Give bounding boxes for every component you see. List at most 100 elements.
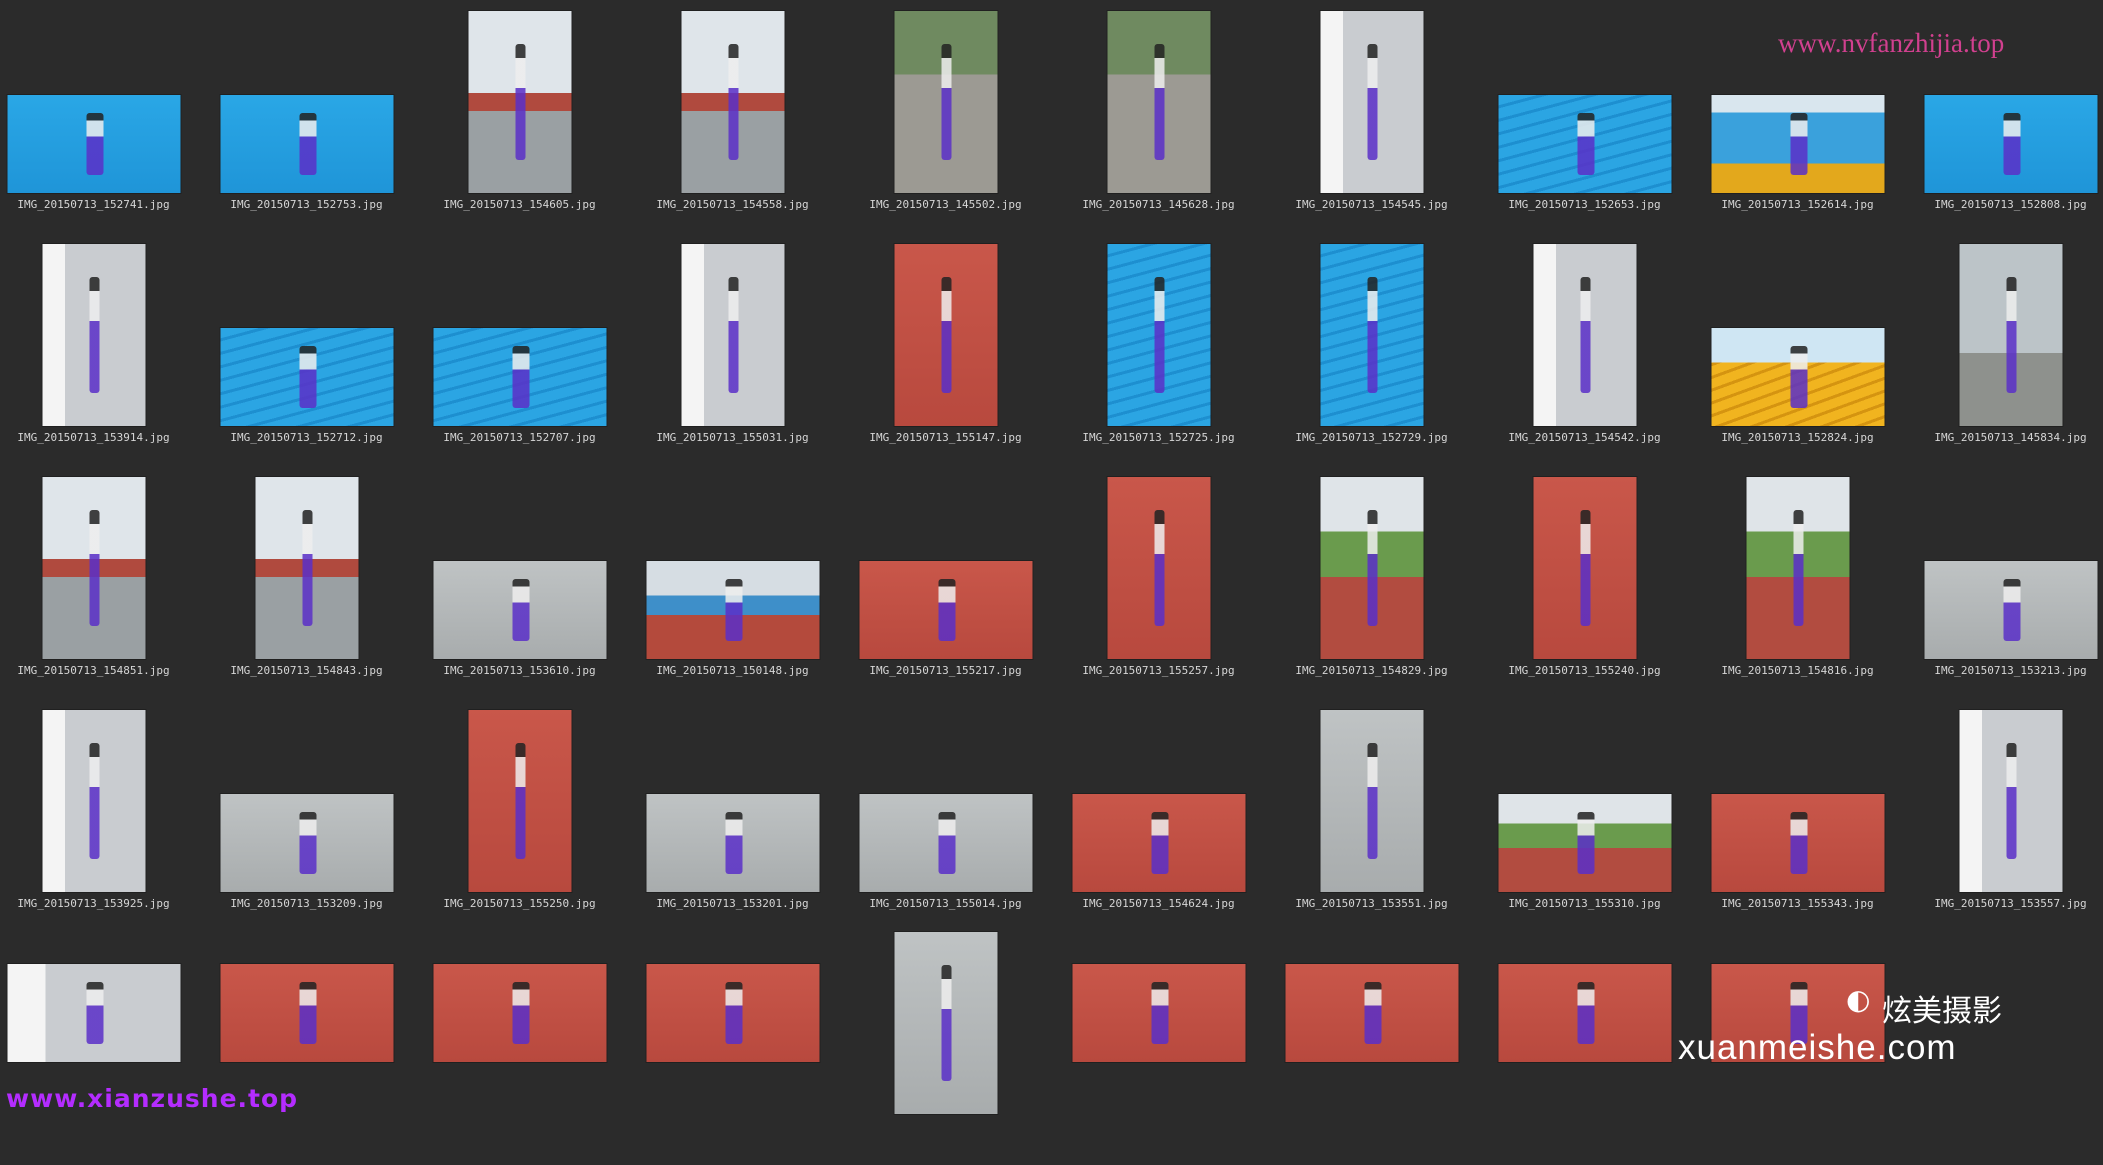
thumbnail-item[interactable]: IMG_20150713_145834.jpg (1904, 233, 2103, 466)
figure-silhouette (1790, 811, 1808, 875)
figure-silhouette (1154, 43, 1165, 161)
figure-silhouette (725, 811, 743, 875)
thumbnail-item[interactable]: IMG_20150713_154558.jpg (626, 0, 839, 233)
figure-silhouette (2003, 112, 2021, 176)
thumbnail-filename: IMG_20150713_155240.jpg (1508, 664, 1661, 677)
thumbnail-filename: IMG_20150713_153551.jpg (1295, 897, 1448, 910)
thumbnail-item[interactable]: IMG_20150713_152725.jpg (1052, 233, 1265, 466)
figure-silhouette (938, 811, 956, 875)
thumbnail-item[interactable]: IMG_20150713_154851.jpg (0, 466, 200, 699)
thumbnail-item[interactable]: IMG_20150713_152707.jpg (413, 233, 626, 466)
figure-silhouette (299, 112, 317, 176)
thumbnail-image (894, 244, 997, 426)
thumbnail-item[interactable] (200, 932, 413, 1165)
thumbnail-image (220, 964, 393, 1062)
thumbnail-filename: IMG_20150713_154624.jpg (1082, 897, 1235, 910)
thumbnail-item[interactable] (626, 932, 839, 1165)
figure-silhouette (1790, 345, 1808, 409)
thumbnail-image (42, 477, 145, 659)
thumbnail-filename: IMG_20150713_155147.jpg (869, 431, 1022, 444)
thumbnail-item[interactable] (1478, 932, 1691, 1165)
watermark-top-right: www.nvfanzhijia.top (1778, 28, 2005, 58)
thumbnail-item[interactable]: IMG_20150713_153201.jpg (626, 699, 839, 932)
thumbnail-filename: IMG_20150713_154843.jpg (230, 664, 383, 677)
thumbnail-item[interactable]: IMG_20150713_155250.jpg (413, 699, 626, 932)
figure-silhouette (515, 742, 526, 860)
thumbnail-item[interactable]: IMG_20150713_154829.jpg (1265, 466, 1478, 699)
thumbnail-item[interactable]: IMG_20150713_155310.jpg (1478, 699, 1691, 932)
thumbnail-filename: IMG_20150713_152753.jpg (230, 198, 383, 211)
thumbnail-filename: IMG_20150713_155257.jpg (1082, 664, 1235, 677)
figure-silhouette (2006, 742, 2017, 860)
thumbnail-image (433, 328, 606, 426)
thumbnail-item[interactable]: IMG_20150713_153551.jpg (1265, 699, 1478, 932)
thumbnail-item[interactable]: IMG_20150713_154605.jpg (413, 0, 626, 233)
thumbnail-item[interactable]: IMG_20150713_155257.jpg (1052, 466, 1265, 699)
thumbnail-item[interactable]: IMG_20150713_154542.jpg (1478, 233, 1691, 466)
thumbnail-image (1320, 244, 1423, 426)
thumbnail-item[interactable]: IMG_20150713_155217.jpg (839, 466, 1052, 699)
thumbnail-filename: IMG_20150713_153914.jpg (17, 431, 170, 444)
thumbnail-filename: IMG_20150713_145834.jpg (1934, 431, 2087, 444)
thumbnail-item[interactable]: IMG_20150713_155240.jpg (1478, 466, 1691, 699)
thumbnail-item[interactable]: IMG_20150713_154816.jpg (1691, 466, 1904, 699)
thumbnail-filename: IMG_20150713_152712.jpg (230, 431, 383, 444)
figure-silhouette (1577, 981, 1595, 1045)
thumbnail-item[interactable]: IMG_20150713_155343.jpg (1691, 699, 1904, 932)
figure-silhouette (299, 345, 317, 409)
thumbnail-filename: IMG_20150713_153201.jpg (656, 897, 809, 910)
thumbnail-item[interactable]: IMG_20150713_152653.jpg (1478, 0, 1691, 233)
thumbnail-filename: IMG_20150713_154542.jpg (1508, 431, 1661, 444)
figure-silhouette (1367, 43, 1378, 161)
thumbnail-item[interactable]: IMG_20150713_154624.jpg (1052, 699, 1265, 932)
thumbnail-item[interactable]: IMG_20150713_153213.jpg (1904, 466, 2103, 699)
thumbnail-item[interactable]: IMG_20150713_152741.jpg (0, 0, 200, 233)
figure-silhouette (1151, 811, 1169, 875)
thumbnail-item[interactable]: IMG_20150713_153209.jpg (200, 699, 413, 932)
figure-silhouette (1790, 112, 1808, 176)
thumbnail-item[interactable] (1052, 932, 1265, 1165)
thumbnail-item[interactable]: IMG_20150713_154545.jpg (1265, 0, 1478, 233)
thumbnail-item[interactable]: IMG_20150713_152729.jpg (1265, 233, 1478, 466)
thumbnail-image (7, 95, 180, 193)
figure-silhouette (515, 43, 526, 161)
figure-silhouette (299, 811, 317, 875)
thumbnail-image (1498, 964, 1671, 1062)
thumbnail-image (1107, 11, 1210, 193)
thumbnail-item[interactable] (0, 932, 200, 1165)
thumbnail-item[interactable]: IMG_20150713_153925.jpg (0, 699, 200, 932)
thumbnail-image (859, 561, 1032, 659)
thumbnail-image (1285, 964, 1458, 1062)
thumbnail-item[interactable] (1265, 932, 1478, 1165)
figure-silhouette (89, 742, 100, 860)
thumbnail-image (42, 244, 145, 426)
thumbnail-item[interactable]: IMG_20150713_153610.jpg (413, 466, 626, 699)
thumbnail-image (646, 964, 819, 1062)
thumbnail-item[interactable]: IMG_20150713_152753.jpg (200, 0, 413, 233)
thumbnail-item[interactable]: IMG_20150713_150148.jpg (626, 466, 839, 699)
thumbnail-item[interactable]: IMG_20150713_145628.jpg (1052, 0, 1265, 233)
thumbnail-item[interactable]: IMG_20150713_155147.jpg (839, 233, 1052, 466)
thumbnail-image (859, 794, 1032, 892)
thumbnail-filename: IMG_20150713_154851.jpg (17, 664, 170, 677)
thumbnail-image (1924, 561, 2097, 659)
thumbnail-item[interactable]: IMG_20150713_155014.jpg (839, 699, 1052, 932)
thumbnail-item[interactable] (839, 932, 1052, 1165)
thumbnail-item[interactable]: IMG_20150713_152712.jpg (200, 233, 413, 466)
thumbnail-item[interactable]: IMG_20150713_154843.jpg (200, 466, 413, 699)
thumbnail-filename: IMG_20150713_150148.jpg (656, 664, 809, 677)
thumbnail-filename: IMG_20150713_155310.jpg (1508, 897, 1661, 910)
figure-silhouette (1577, 811, 1595, 875)
thumbnail-filename: IMG_20150713_153925.jpg (17, 897, 170, 910)
figure-silhouette (941, 964, 952, 1082)
thumbnail-item[interactable]: IMG_20150713_153557.jpg (1904, 699, 2103, 932)
thumbnail-item[interactable]: IMG_20150713_152824.jpg (1691, 233, 1904, 466)
figure-silhouette (725, 981, 743, 1045)
thumbnail-item[interactable]: IMG_20150713_145502.jpg (839, 0, 1052, 233)
thumbnail-image (1711, 794, 1884, 892)
thumbnail-item[interactable]: IMG_20150713_155031.jpg (626, 233, 839, 466)
thumbnail-filename: IMG_20150713_145502.jpg (869, 198, 1022, 211)
thumbnail-item[interactable]: IMG_20150713_153914.jpg (0, 233, 200, 466)
thumbnail-item[interactable] (413, 932, 626, 1165)
thumbnail-image (681, 244, 784, 426)
